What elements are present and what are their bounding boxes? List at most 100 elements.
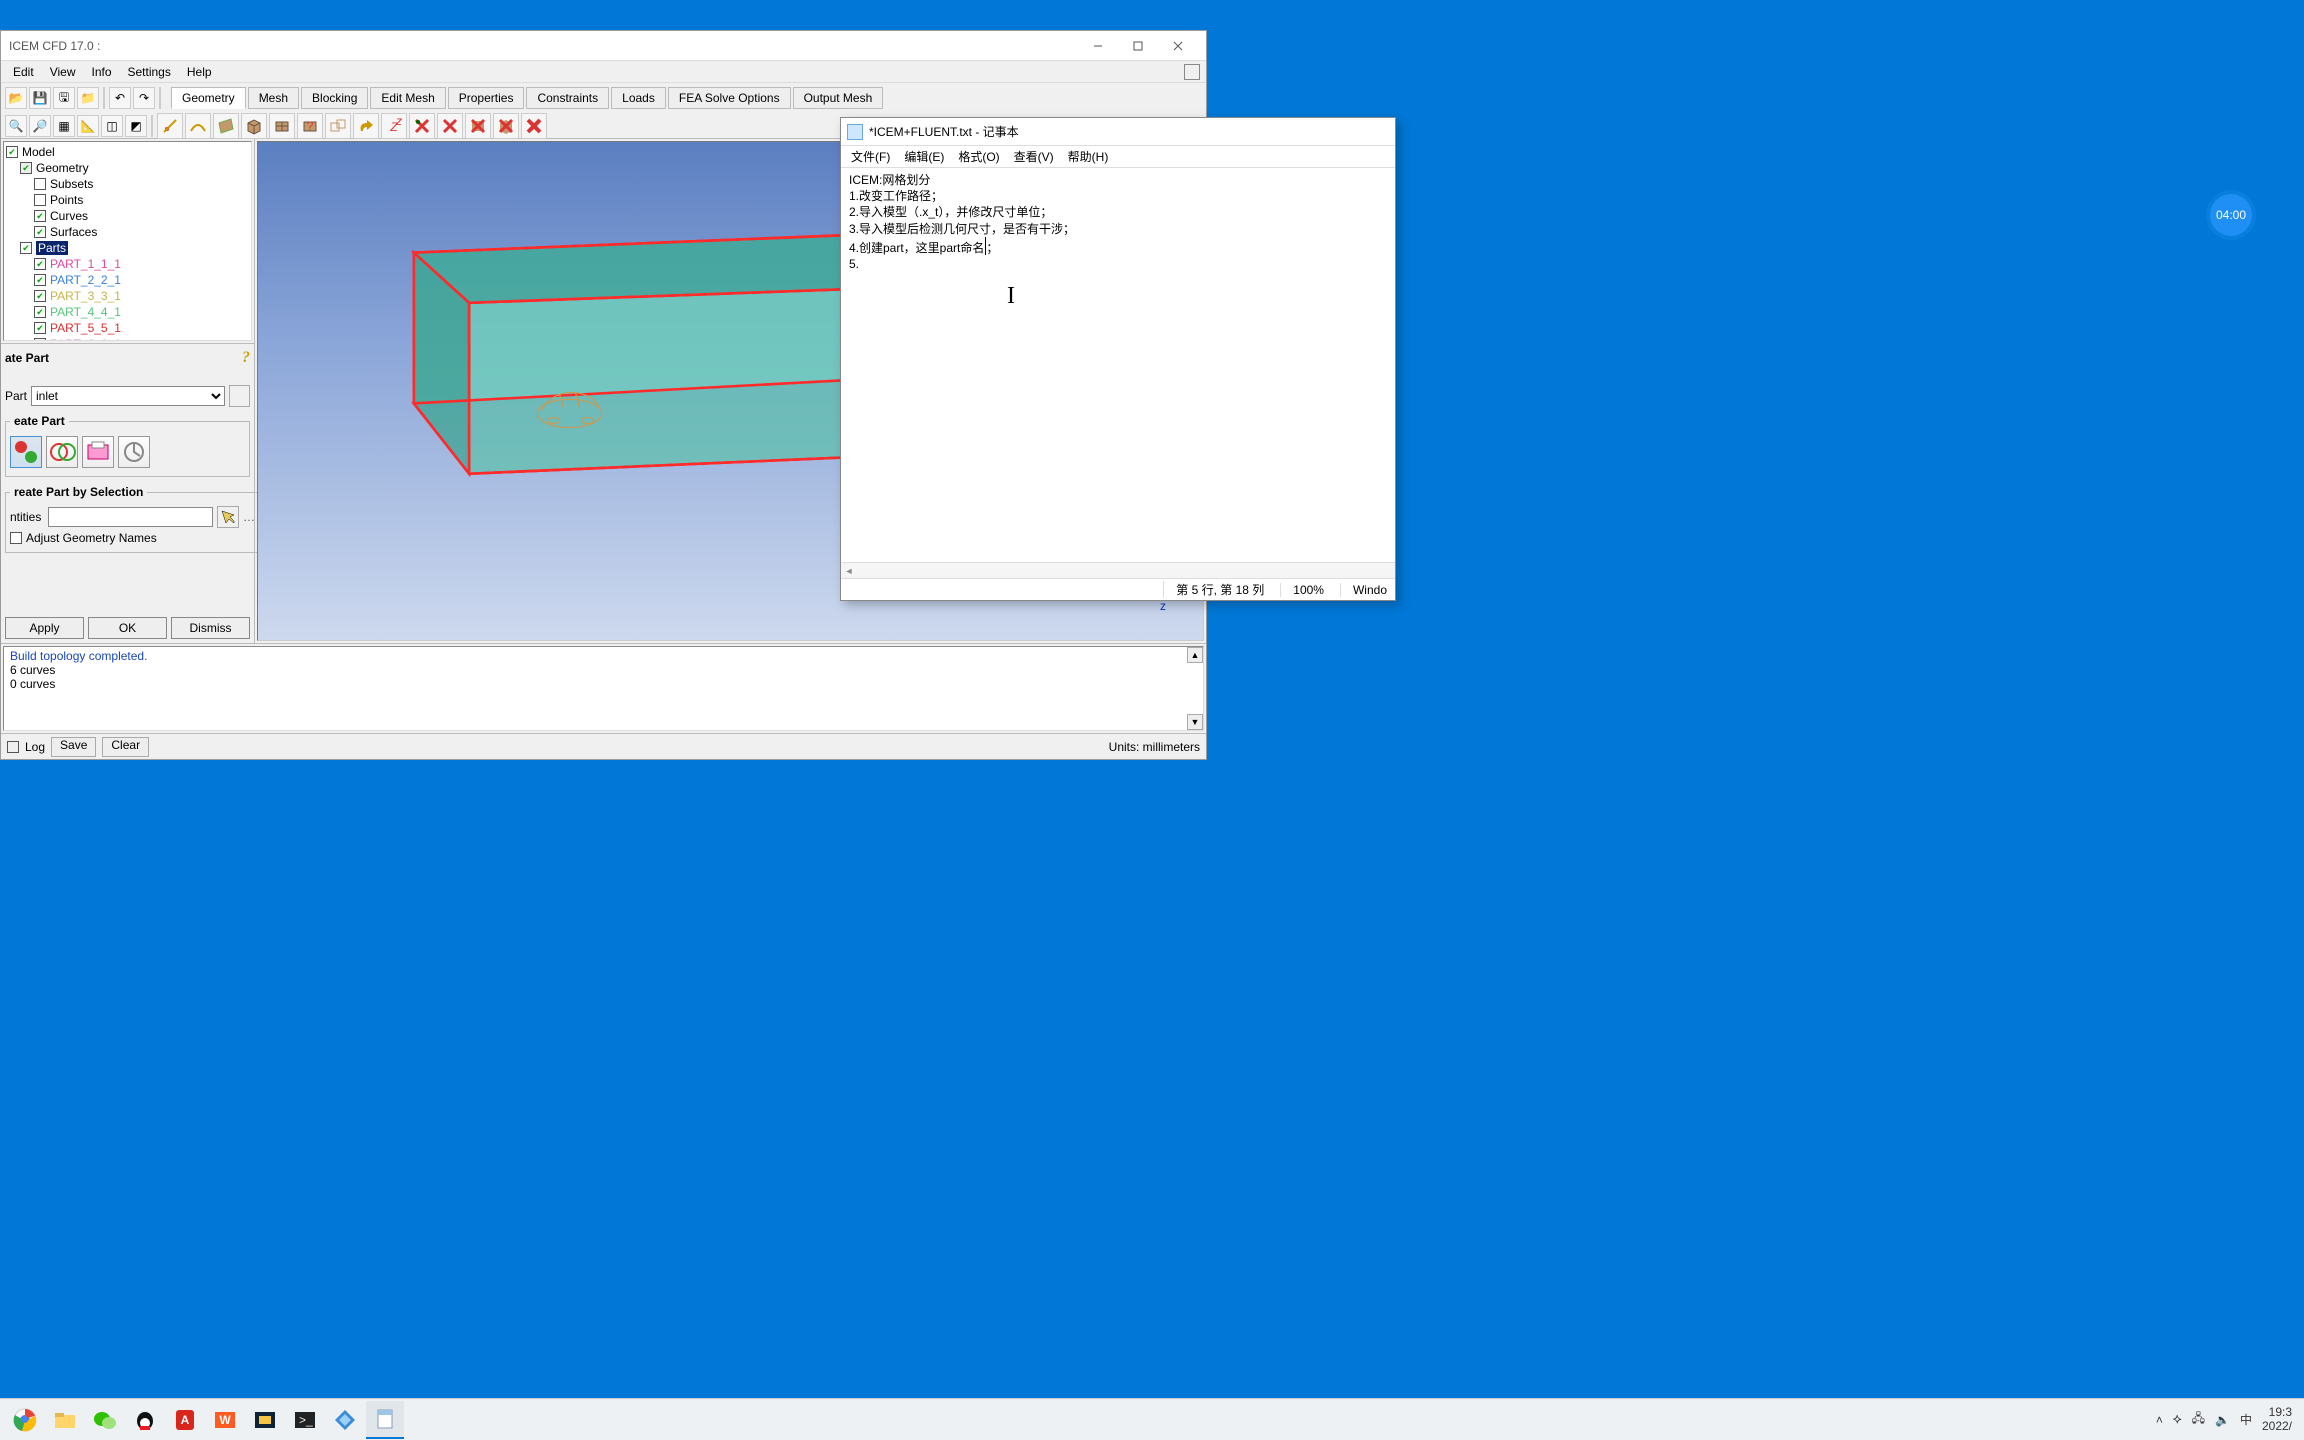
taskbar-pdf-icon[interactable]: A [166, 1401, 204, 1439]
tab-blocking[interactable]: Blocking [301, 87, 368, 109]
geom-delete-any-icon[interactable] [521, 113, 547, 139]
geom-body-icon[interactable] [241, 113, 267, 139]
tray-chevron-up-icon[interactable]: ˄ [2156, 1413, 2163, 1427]
model-tree[interactable]: Model Geometry Subsets Points Curves Sur… [3, 141, 252, 341]
geom-delete-body-icon[interactable] [493, 113, 519, 139]
notepad-window[interactable]: *ICEM+FLUENT.txt - 记事本 文件(F) 编辑(E) 格式(O)… [840, 117, 1396, 601]
geom-repair-icon[interactable]: ? [297, 113, 323, 139]
create-part-by-selection-icon[interactable] [10, 436, 42, 468]
tree-geometry[interactable]: Geometry [36, 161, 89, 175]
tree-part-item[interactable]: PART_3_3_1 [6, 288, 249, 304]
geom-transform-icon[interactable] [325, 113, 351, 139]
create-part-intersect-icon[interactable] [46, 436, 78, 468]
tab-properties[interactable]: Properties [448, 87, 525, 109]
menu-info[interactable]: Info [83, 63, 119, 81]
menu-view[interactable]: View [42, 63, 84, 81]
maximize-button[interactable] [1118, 32, 1158, 60]
taskbar-wechat-icon[interactable] [86, 1401, 124, 1439]
part-checkbox[interactable] [34, 306, 46, 318]
taskbar-notepad-icon[interactable] [366, 1401, 404, 1439]
title-bar[interactable]: ICEM CFD 17.0 : [1, 31, 1206, 61]
tab-loads[interactable]: Loads [611, 87, 666, 109]
tree-part-item[interactable]: PART_6_6_1 [6, 336, 249, 341]
part-label[interactable]: PART_4_4_1 [50, 305, 121, 319]
console-scroll-down-icon[interactable]: ▼ [1187, 714, 1203, 730]
toolbar-open-icon[interactable]: 📂 [5, 87, 27, 109]
tray-clock[interactable]: 19:3 2022/ [2262, 1406, 2292, 1432]
log-checkbox[interactable] [7, 741, 19, 753]
part-checkbox[interactable] [34, 274, 46, 286]
save-log-button[interactable]: Save [51, 737, 96, 757]
tree-subsets[interactable]: Subsets [50, 177, 93, 191]
tray-volume-icon[interactable]: 🔈 [2215, 1413, 2230, 1427]
toolbar-folder-icon[interactable]: 📁 [77, 87, 99, 109]
geom-point-icon[interactable] [157, 113, 183, 139]
clear-log-button[interactable]: Clear [102, 737, 149, 757]
tree-curves[interactable]: Curves [50, 209, 88, 223]
part-name-pick-icon[interactable] [229, 385, 250, 407]
part-checkbox[interactable] [34, 322, 46, 334]
notepad-menu-help[interactable]: 帮助(H) [1062, 146, 1115, 167]
taskbar-explorer-icon[interactable] [46, 1401, 84, 1439]
tree-part-item[interactable]: PART_4_4_1 [6, 304, 249, 320]
taskbar-terminal-icon[interactable]: >_ [286, 1401, 324, 1439]
taskbar-qq-icon[interactable] [126, 1401, 164, 1439]
geom-curve-icon[interactable] [185, 113, 211, 139]
tab-output-mesh[interactable]: Output Mesh [793, 87, 884, 109]
taskbar-wps-icon[interactable]: W [206, 1401, 244, 1439]
toolbar-undo-icon[interactable]: ↶ [109, 87, 131, 109]
menu-settings[interactable]: Settings [120, 63, 179, 81]
tab-fea-solve-options[interactable]: FEA Solve Options [668, 87, 791, 109]
part-name-dropdown[interactable]: inlet [31, 386, 225, 406]
menu-help[interactable]: Help [179, 63, 220, 81]
mdi-restore-icon[interactable] [1184, 64, 1200, 80]
geom-delete-point-icon[interactable] [409, 113, 435, 139]
help-icon[interactable]: ? [242, 349, 250, 367]
notepad-menu-file[interactable]: 文件(F) [845, 146, 896, 167]
geom-surface-icon[interactable] [213, 113, 239, 139]
geom-restore-dormant-icon[interactable] [353, 113, 379, 139]
apply-button[interactable]: Apply [5, 617, 84, 639]
tree-points[interactable]: Points [50, 193, 83, 207]
part-label[interactable]: PART_5_5_1 [50, 321, 121, 335]
toolbar-zoom-icon[interactable]: 🔎 [29, 115, 51, 137]
toolbar-select-icon[interactable]: ▦ [53, 115, 75, 137]
tab-constraints[interactable]: Constraints [526, 87, 609, 109]
notepad-menu-view[interactable]: 查看(V) [1008, 146, 1060, 167]
tree-part-item[interactable]: PART_1_1_1 [6, 256, 249, 272]
tree-surfaces[interactable]: Surfaces [50, 225, 97, 239]
create-part-adjust-icon[interactable] [118, 436, 150, 468]
notepad-text-area[interactable]: ICEM:网格划分1.改变工作路径；2.导入模型（.x_t），并修改尺寸单位；3… [841, 168, 1395, 562]
menu-edit[interactable]: Edit [5, 63, 42, 81]
part-label[interactable]: PART_1_1_1 [50, 257, 121, 271]
notepad-menu-format[interactable]: 格式(O) [952, 146, 1005, 167]
tray-usb-icon[interactable]: ⯎ [2173, 1412, 2182, 1427]
tab-mesh[interactable]: Mesh [248, 87, 299, 109]
taskbar-chrome-icon[interactable] [6, 1401, 44, 1439]
console-scroll-up-icon[interactable]: ▲ [1187, 647, 1203, 663]
notepad-menu-edit[interactable]: 编辑(E) [898, 146, 950, 167]
toolbar-measure-icon[interactable]: 📐 [77, 115, 99, 137]
geom-dormant-icon[interactable]: Zz [381, 113, 407, 139]
geom-delete-surface-icon[interactable] [465, 113, 491, 139]
windows-taskbar[interactable]: A W >_ ˄ ⯎ 🖧 🔈 中 19:3 2022/ [0, 1398, 2304, 1440]
tab-edit-mesh[interactable]: Edit Mesh [370, 87, 445, 109]
tree-part-item[interactable]: PART_2_2_1 [6, 272, 249, 288]
toolbar-wire-icon[interactable]: ◫ [101, 115, 123, 137]
geom-delete-curve-icon[interactable] [437, 113, 463, 139]
tree-parts[interactable]: Parts [36, 241, 68, 255]
geom-faceted-icon[interactable] [269, 113, 295, 139]
toolbar-save-icon[interactable]: 💾 [29, 87, 51, 109]
tree-part-item[interactable]: PART_5_5_1 [6, 320, 249, 336]
adjust-names-checkbox[interactable] [10, 532, 22, 544]
dismiss-button[interactable]: Dismiss [171, 617, 250, 639]
ok-button[interactable]: OK [88, 617, 167, 639]
minimize-button[interactable] [1078, 32, 1118, 60]
toolbar-saveas-icon[interactable]: 🖫 [53, 87, 75, 109]
notepad-horizontal-scrollbar[interactable]: ◄ [841, 562, 1395, 578]
create-part-assembly-icon[interactable] [82, 436, 114, 468]
toolbar-shade-icon[interactable]: ◩ [125, 115, 147, 137]
part-checkbox[interactable] [34, 290, 46, 302]
close-button[interactable] [1158, 32, 1198, 60]
part-label[interactable]: PART_2_2_1 [50, 273, 121, 287]
